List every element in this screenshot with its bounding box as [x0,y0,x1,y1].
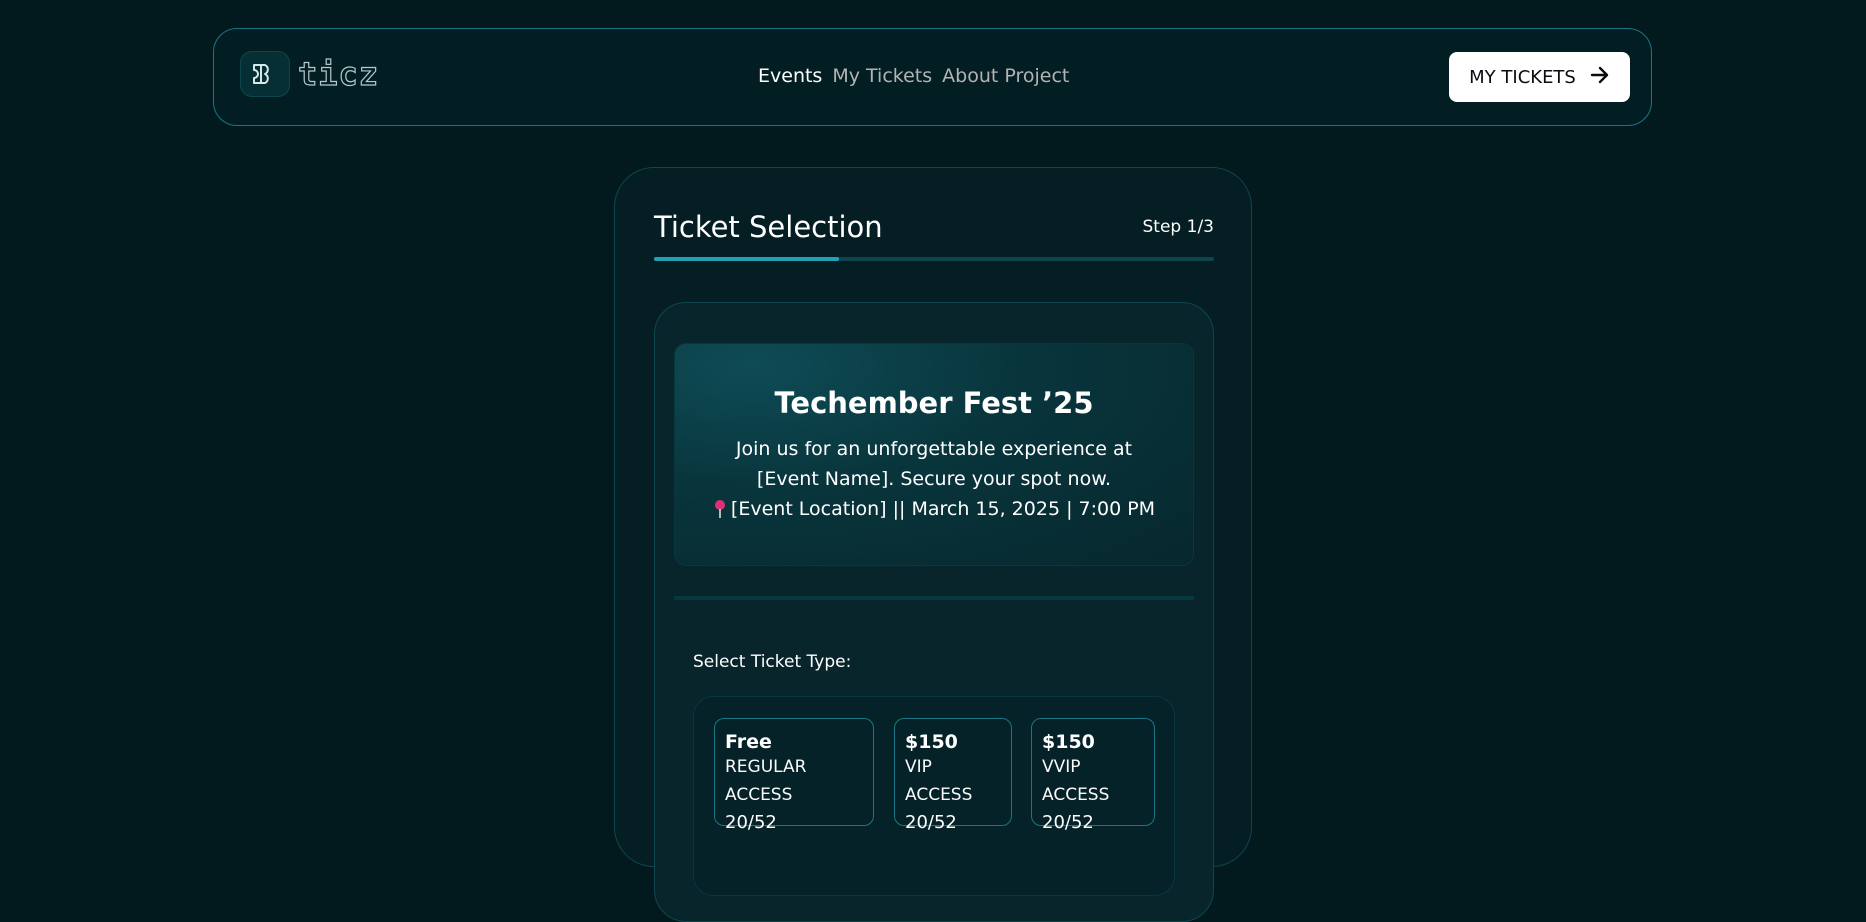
my-tickets-button[interactable]: MY TICKETS [1449,52,1630,102]
ticket-name: REGULAR ACCESS [725,757,807,805]
nav-links: Events My Tickets About Project [758,65,1069,87]
step-indicator: Step 1/3 [1142,217,1214,237]
logo[interactable]: ticz [240,51,379,97]
nav-link-my-tickets[interactable]: My Tickets [832,65,932,87]
my-tickets-button-label: MY TICKETS [1469,66,1576,88]
ticket-price: $150 [905,731,958,753]
ticket-type-options: Free REGULAR ACCESS 20/52 $150 VIP ACCES… [693,696,1175,896]
section-divider [674,596,1194,600]
location-pin-icon [713,498,727,520]
ticket-form-panel: Techember Fest ’25 Join us for an unforg… [654,302,1214,922]
event-location-date: [Event Location] || March 15, 2025 | 7:0… [730,498,1156,520]
card-title: Ticket Selection [654,210,883,244]
ticket-availability: 20/52 [905,812,957,833]
event-description: Join us for an unforgettable experience … [735,438,1133,490]
progress-bar [654,257,1214,261]
event-banner: Techember Fest ’25 Join us for an unforg… [674,343,1194,566]
event-title: Techember Fest ’25 [774,386,1094,420]
card-header: Ticket Selection Step 1/3 [654,210,1214,244]
top-navbar: ticz Events My Tickets About Project MY … [213,28,1652,126]
ticket-availability: 20/52 [1042,812,1094,833]
arrow-right-icon [1590,66,1610,89]
ticket-option-regular[interactable]: Free REGULAR ACCESS 20/52 [714,718,874,833]
nav-link-about-project[interactable]: About Project [942,65,1069,87]
ticket-selection-card: Ticket Selection Step 1/3 Techember Fest… [614,167,1252,922]
event-meta: [Event Location] || March 15, 2025 | 7:0… [675,494,1193,524]
ticket-price: $150 [1042,731,1095,753]
ticket-name: VVIP ACCESS [1042,757,1110,805]
nav-link-events[interactable]: Events [758,65,822,87]
ticket-logo-icon [240,51,290,97]
logo-text: ticz [297,54,380,93]
ticket-price: Free [725,731,772,753]
ticket-option-vip[interactable]: $150 VIP ACCESS 20/52 [894,718,1012,833]
progress-fill [654,257,839,261]
ticket-type-label: Select Ticket Type: [693,652,852,672]
ticket-availability: 20/52 [725,812,777,833]
ticket-name: VIP ACCESS [905,757,973,805]
ticket-option-vvip[interactable]: $150 VVIP ACCESS 20/52 [1031,718,1155,833]
